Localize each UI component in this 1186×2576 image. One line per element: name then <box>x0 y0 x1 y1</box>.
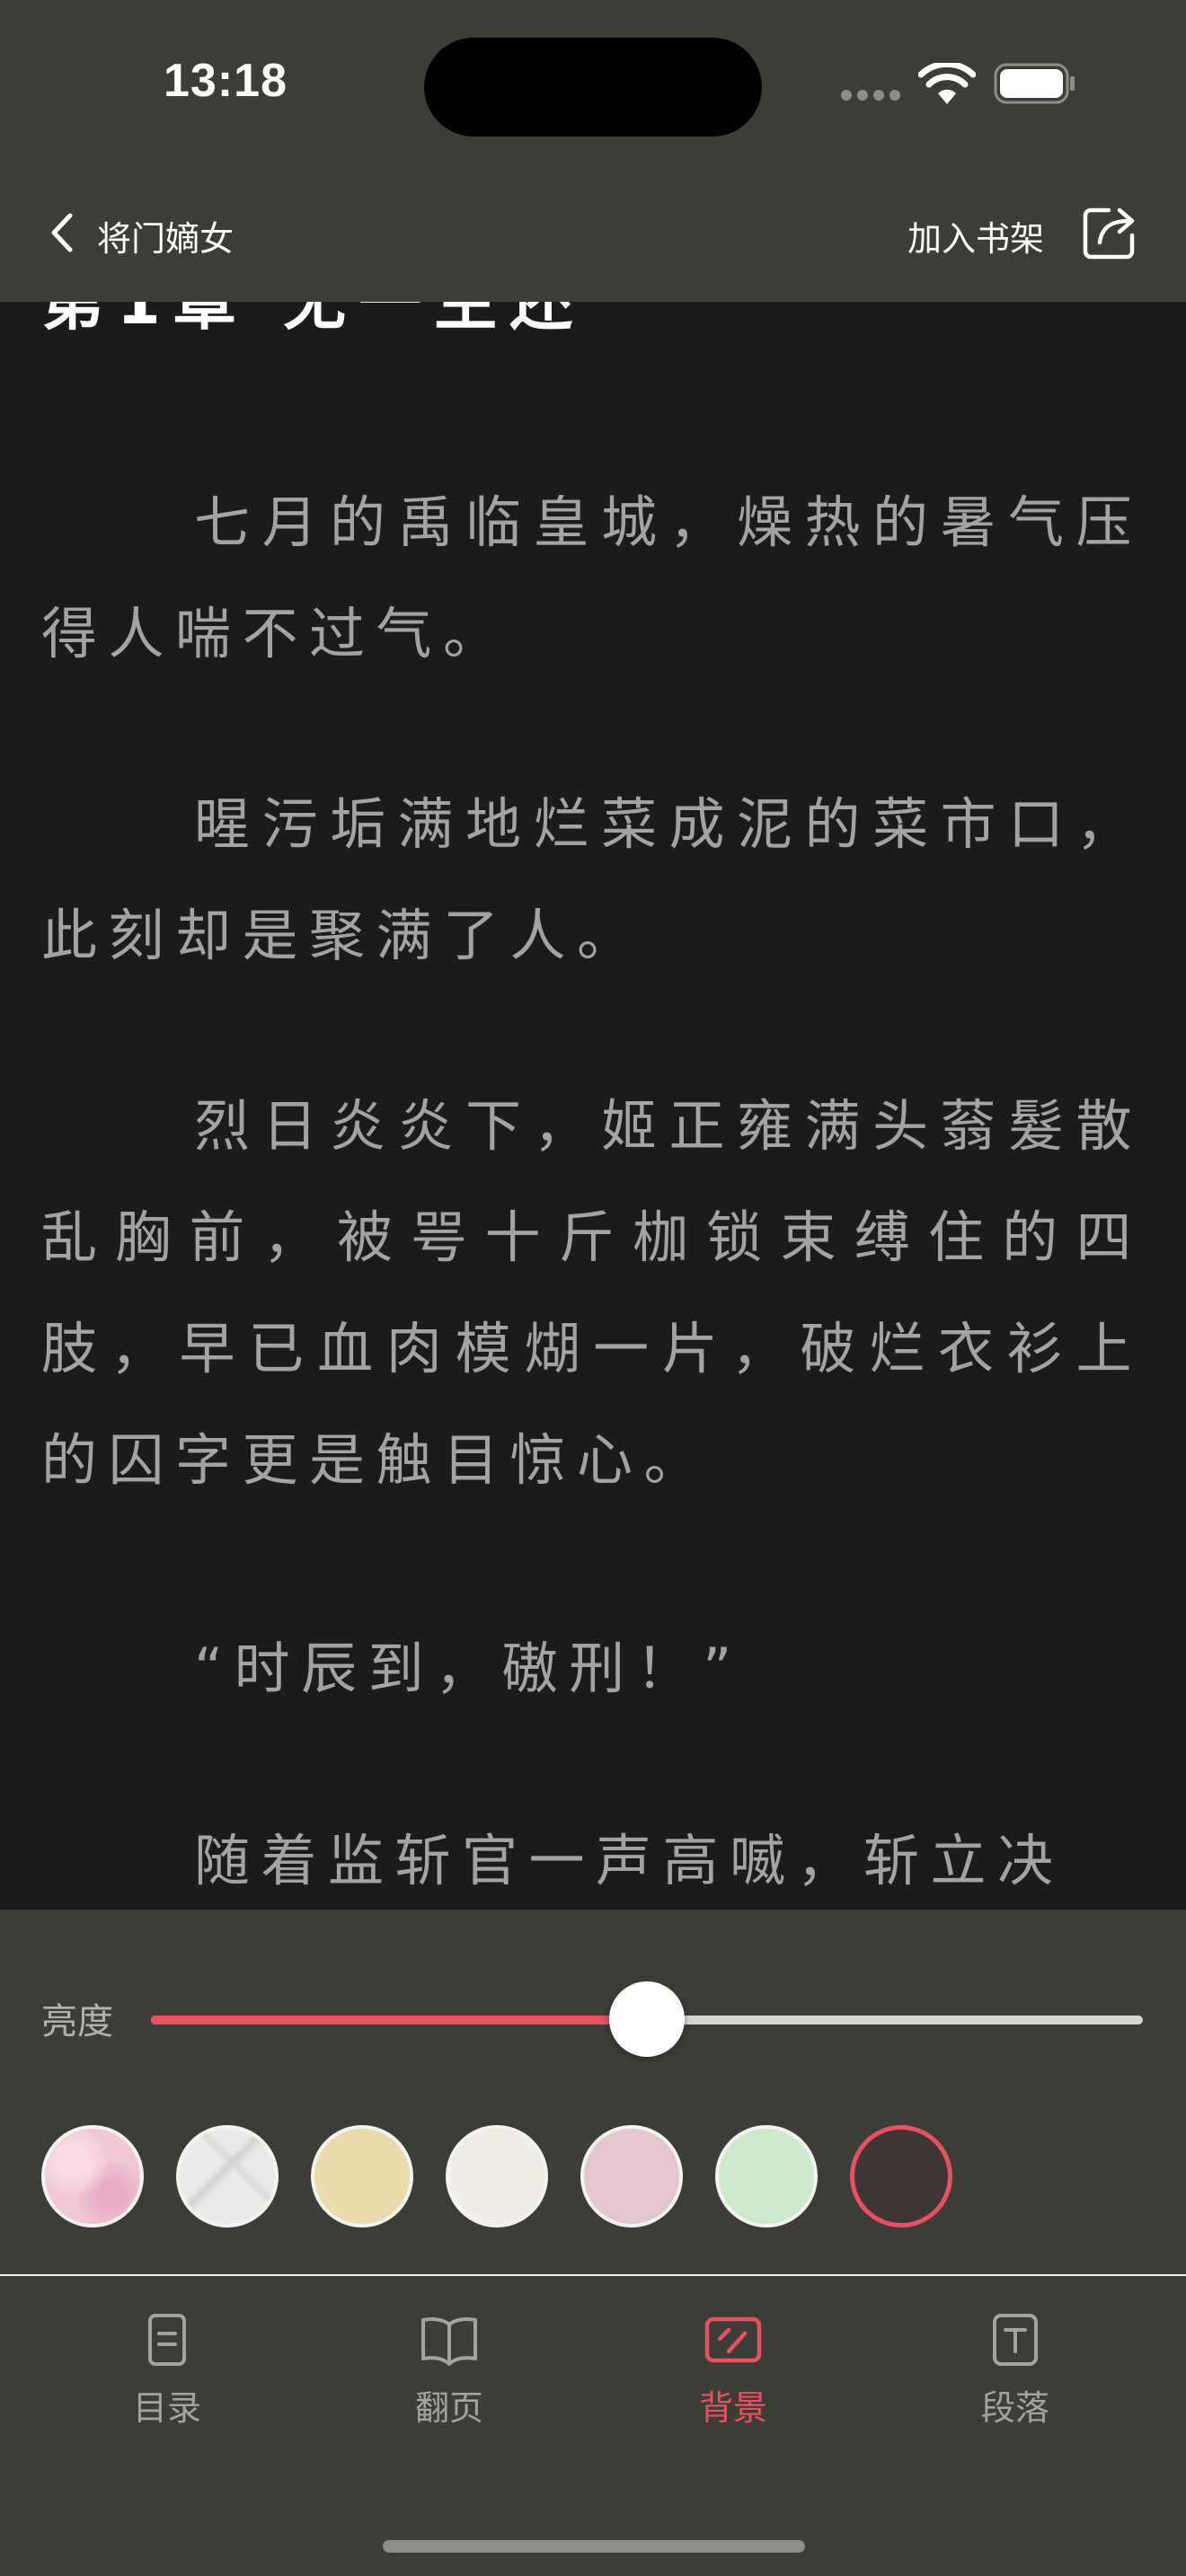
home-indicator <box>383 2540 805 2553</box>
dynamic-island <box>424 38 762 137</box>
tab-label: 段落 <box>980 2388 1049 2428</box>
background-swatch-pink-marble[interactable] <box>41 2125 144 2228</box>
status-bar: 13:18 <box>0 0 1186 171</box>
tab-label: 目录 <box>132 2388 201 2428</box>
background-icon <box>704 2316 762 2363</box>
background-swatch-white-marble[interactable] <box>176 2125 279 2228</box>
tab-page-turn[interactable]: 翻页 <box>359 2310 539 2445</box>
paragraph: 烈日炎炎下，姬正雍满头蓊髮散乱胸前，被咢十斤枷锁束缚住的四肢，早已血肉模煳一片，… <box>41 1093 1143 1493</box>
chapter-title: 第1章 无一生还 <box>41 302 586 339</box>
tab-background[interactable]: 背景 <box>643 2310 823 2445</box>
paragraph-text-icon <box>993 2314 1038 2366</box>
add-to-shelf-button[interactable]: 加入书架 <box>907 211 1044 260</box>
share-icon[interactable] <box>1082 203 1139 260</box>
table-of-contents-icon <box>148 2314 186 2366</box>
tab-label: 翻页 <box>414 2388 483 2428</box>
background-swatch-mint[interactable] <box>715 2125 818 2228</box>
brightness-slider-fill <box>151 2016 647 2025</box>
panel-divider <box>0 2274 1186 2276</box>
brightness-label: 亮度 <box>41 2001 113 2042</box>
background-swatch-rose[interactable] <box>580 2125 683 2228</box>
chevron-left-icon[interactable] <box>47 212 77 253</box>
tab-paragraph[interactable]: 段落 <box>925 2310 1105 2445</box>
paragraph: 七月的禹临皇城，燥热的暑气压得人喘不过气。 <box>41 490 1143 666</box>
tab-label: 背景 <box>698 2388 767 2428</box>
brightness-slider-thumb[interactable] <box>609 1981 685 2057</box>
book-title[interactable]: 将门嫡女 <box>97 211 234 260</box>
background-swatch-parchment[interactable] <box>311 2125 413 2228</box>
reading-area[interactable]: 第1章 无一生还 七月的禹临皇城，燥热的暑气压得人喘不过气。 暒污垢满地烂菜成泥… <box>0 302 1186 1910</box>
paragraph: “时辰到，磝刑！” <box>194 1636 743 1701</box>
open-book-icon <box>421 2317 477 2366</box>
wifi-icon <box>918 63 976 104</box>
paragraph: 随着监斩官一声高喴，斩立决 <box>194 1828 1065 1893</box>
background-swatch-cream[interactable] <box>446 2125 548 2228</box>
paragraph: 暒污垢满地烂菜成泥的菜市口，此刻却是聚满了人。 <box>41 791 1143 968</box>
nav-bar: 将门嫡女 加入书架 <box>0 171 1186 302</box>
background-swatch-dark[interactable] <box>850 2125 952 2228</box>
cellular-signal-icon <box>841 90 900 102</box>
status-time: 13:18 <box>164 55 288 107</box>
brightness-slider[interactable] <box>151 1981 1143 2057</box>
battery-icon <box>994 63 1075 104</box>
reader-settings-panel: 亮度 目录 翻页 背景 段落 <box>0 1910 1186 2576</box>
tab-table-of-contents[interactable]: 目录 <box>77 2310 257 2445</box>
